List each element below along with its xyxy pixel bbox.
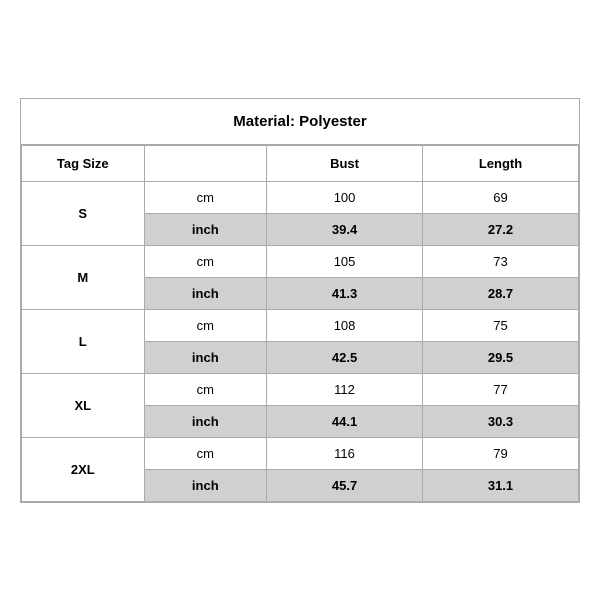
unit-cm: cm: [144, 437, 267, 469]
bust-cm: 100: [267, 181, 423, 213]
header-tag-size: Tag Size: [22, 145, 145, 181]
length-inch: 31.1: [423, 469, 579, 501]
bust-inch: 45.7: [267, 469, 423, 501]
table-row: Lcm10875: [22, 309, 579, 341]
table-row: 2XLcm11679: [22, 437, 579, 469]
unit-inch: inch: [144, 341, 267, 373]
unit-inch: inch: [144, 277, 267, 309]
header-length: Length: [423, 145, 579, 181]
size-chart: Material: Polyester Tag Size Bust Length…: [20, 98, 580, 503]
header-unit: [144, 145, 267, 181]
size-cell: XL: [22, 373, 145, 437]
length-cm: 73: [423, 245, 579, 277]
table-row: Scm10069: [22, 181, 579, 213]
bust-inch: 44.1: [267, 405, 423, 437]
unit-inch: inch: [144, 469, 267, 501]
bust-cm: 108: [267, 309, 423, 341]
size-cell: 2XL: [22, 437, 145, 501]
title: Material: Polyester: [21, 99, 579, 145]
bust-inch: 42.5: [267, 341, 423, 373]
bust-cm: 112: [267, 373, 423, 405]
unit-cm: cm: [144, 373, 267, 405]
unit-cm: cm: [144, 245, 267, 277]
length-cm: 69: [423, 181, 579, 213]
unit-inch: inch: [144, 405, 267, 437]
length-cm: 79: [423, 437, 579, 469]
size-cell: M: [22, 245, 145, 309]
length-inch: 27.2: [423, 213, 579, 245]
length-cm: 77: [423, 373, 579, 405]
size-table: Tag Size Bust Length Scm10069inch39.427.…: [21, 145, 579, 502]
bust-inch: 41.3: [267, 277, 423, 309]
unit-cm: cm: [144, 181, 267, 213]
size-cell: L: [22, 309, 145, 373]
bust-inch: 39.4: [267, 213, 423, 245]
size-cell: S: [22, 181, 145, 245]
header-bust: Bust: [267, 145, 423, 181]
unit-cm: cm: [144, 309, 267, 341]
bust-cm: 105: [267, 245, 423, 277]
unit-inch: inch: [144, 213, 267, 245]
length-inch: 28.7: [423, 277, 579, 309]
length-cm: 75: [423, 309, 579, 341]
length-inch: 29.5: [423, 341, 579, 373]
table-row: XLcm11277: [22, 373, 579, 405]
table-row: Mcm10573: [22, 245, 579, 277]
bust-cm: 116: [267, 437, 423, 469]
length-inch: 30.3: [423, 405, 579, 437]
